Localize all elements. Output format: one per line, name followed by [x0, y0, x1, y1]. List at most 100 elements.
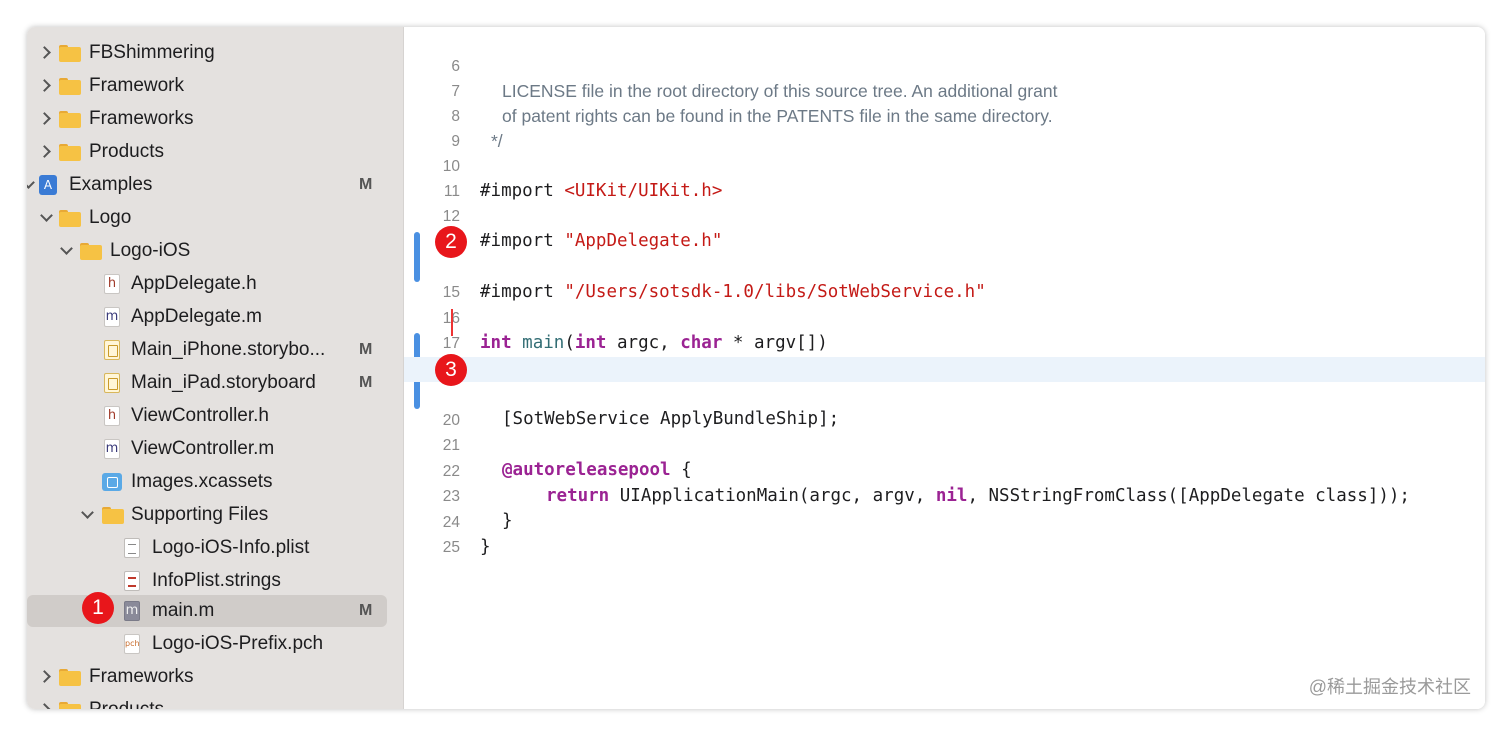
pch-file-icon: pch — [124, 634, 140, 654]
navigator-item-label: Supporting Files — [131, 504, 269, 525]
chevron-right-icon[interactable] — [39, 667, 53, 685]
code-line[interactable]: 12 #import "AppDelegate.h" — [404, 179, 1485, 251]
navigator-item[interactable]: h AppDelegate.h — [27, 268, 403, 300]
navigator-item[interactable]: Logo-iOS — [27, 235, 403, 267]
navigator-item[interactable]: Framework — [27, 70, 403, 102]
annotation-marker-1: 1 — [82, 592, 114, 624]
navigator-item[interactable]: m AppDelegate.m — [27, 301, 403, 333]
navigator-item[interactable]: h ViewController.h — [27, 400, 403, 432]
navigator-item[interactable]: FBShimmering — [27, 37, 403, 69]
code-text: } — [480, 537, 491, 557]
code-line[interactable]: 14 #import "/Users/sotsdk-1.0/libs/SotWe… — [404, 230, 1485, 302]
source-editor[interactable]: 6 LICENSE file in the root directory of … — [404, 27, 1485, 709]
code-line[interactable]: 15 — [404, 255, 1485, 301]
code-line[interactable]: 16 int main(int argc, char * argv[]) — [404, 281, 1485, 353]
navigator-item-label: main.m — [152, 600, 215, 621]
code-line-current[interactable]: 19 [SotWebService ApplyBundleShip]; — [404, 357, 1485, 429]
chevron-down-icon[interactable] — [39, 208, 53, 226]
code-line[interactable]: 20 — [404, 383, 1485, 429]
folder-icon — [80, 243, 102, 260]
annotation-marker-2: 2 — [435, 226, 467, 258]
navigator-item-label: Framework — [89, 75, 185, 96]
navigator-item-label: Logo — [89, 207, 132, 228]
navigator-item-label: Logo-iOS-Prefix.pch — [152, 633, 324, 654]
navigator-item[interactable]: m ViewController.m — [27, 433, 403, 465]
folder-icon — [59, 45, 81, 62]
code-line[interactable]: 8 */ — [404, 79, 1485, 151]
navigator-item-label: Frameworks — [89, 108, 194, 129]
navigator-item[interactable]: Products — [27, 136, 403, 168]
navigator-item-label: InfoPlist.strings — [152, 570, 281, 591]
navigator-item[interactable]: pch Logo-iOS-Prefix.pch — [27, 628, 403, 660]
objc-file-icon: m — [104, 307, 120, 327]
folder-icon — [102, 507, 124, 524]
chevron-down-icon[interactable] — [59, 241, 73, 259]
navigator-item[interactable]: Frameworks — [27, 103, 403, 135]
navigator-item-label: FBShimmering — [89, 42, 215, 63]
code-line[interactable]: 23 } — [404, 459, 1485, 531]
code-line[interactable]: 22 return UIApplicationMain(argc, argv, … — [404, 434, 1485, 506]
line-number: 25 — [442, 539, 460, 556]
navigator-item-label: AppDelegate.m — [131, 306, 262, 327]
modified-badge: M — [359, 374, 373, 391]
navigator-item[interactable]: Examples M — [27, 169, 403, 201]
modified-badge: M — [359, 341, 373, 358]
header-file-icon: h — [104, 406, 120, 426]
navigator-item[interactable]: Supporting Files — [27, 499, 403, 531]
code-line[interactable]: 11 — [404, 154, 1485, 200]
header-file-icon: h — [104, 274, 120, 294]
chevron-right-icon[interactable] — [39, 700, 53, 709]
folder-icon — [59, 702, 81, 709]
navigator-item-label: Examples — [69, 174, 153, 195]
navigator-item-label: Images.xcassets — [131, 471, 273, 492]
project-icon — [39, 175, 57, 195]
navigator-item-label: Main_iPad.storyboard — [131, 372, 316, 393]
navigator-item[interactable]: Images.xcassets — [27, 466, 403, 498]
modified-badge: M — [359, 602, 373, 619]
navigator-item[interactable]: Logo-iOS-Info.plist — [27, 532, 403, 564]
navigator-item-label: ViewController.h — [131, 405, 270, 426]
navigator-item-label: Frameworks — [89, 666, 194, 687]
code-line[interactable]: 13 — [404, 204, 1485, 250]
navigator-item[interactable]: Frameworks — [27, 661, 403, 693]
plist-icon — [124, 538, 140, 558]
modified-badge: M — [359, 176, 373, 193]
code-line[interactable]: 17 { — [404, 306, 1485, 378]
navigator-item[interactable]: Logo — [27, 202, 403, 234]
code-line[interactable]: 6 LICENSE file in the root directory of … — [404, 29, 1485, 101]
navigator-item[interactable]: InfoPlist.strings — [27, 565, 403, 597]
code-line[interactable]: 21 @autoreleasepool { — [404, 408, 1485, 480]
code-line[interactable]: 25 — [404, 510, 1485, 556]
chevron-down-icon[interactable] — [80, 505, 94, 523]
storyboard-icon — [104, 373, 120, 393]
code-line[interactable]: 24 } — [404, 485, 1485, 557]
objc-file-icon: m — [124, 601, 140, 621]
chevron-down-icon[interactable] — [27, 175, 35, 193]
navigator-item[interactable]: Main_iPad.storyboard M — [27, 367, 403, 399]
code-line[interactable]: 18 — [404, 332, 1485, 378]
annotation-marker-3: 3 — [435, 354, 467, 386]
navigator-item-label: Products — [89, 699, 164, 709]
code-line[interactable]: 10 #import <UIKit/UIKit.h> — [404, 129, 1485, 201]
navigator-item-label: Logo-iOS — [110, 240, 191, 261]
asset-catalog-icon — [102, 473, 122, 491]
xcode-window: FBShimmering Framework Frameworks Produc… — [27, 27, 1485, 709]
navigator-item[interactable]: Main_iPhone.storybo... M — [27, 334, 403, 366]
chevron-right-icon[interactable] — [39, 76, 53, 94]
folder-icon — [59, 210, 81, 227]
watermark: @稀土掘金技术社区 — [1308, 677, 1471, 697]
chevron-right-icon[interactable] — [39, 142, 53, 160]
navigator-item-label: Products — [89, 141, 164, 162]
code-line[interactable]: 7 of patent rights can be found in the P… — [404, 54, 1485, 126]
code-line[interactable]: 9 — [404, 104, 1485, 150]
objc-file-icon: m — [104, 439, 120, 459]
navigator-item-label: Main_iPhone.storybo... — [131, 339, 326, 360]
folder-icon — [59, 111, 81, 128]
chevron-right-icon[interactable] — [39, 43, 53, 61]
chevron-right-icon[interactable] — [39, 109, 53, 127]
navigator-item-label: AppDelegate.h — [131, 273, 257, 294]
navigator-item-label: ViewController.m — [131, 438, 275, 459]
storyboard-icon — [104, 340, 120, 360]
navigator-item[interactable]: Products — [27, 694, 403, 709]
folder-icon — [59, 78, 81, 95]
